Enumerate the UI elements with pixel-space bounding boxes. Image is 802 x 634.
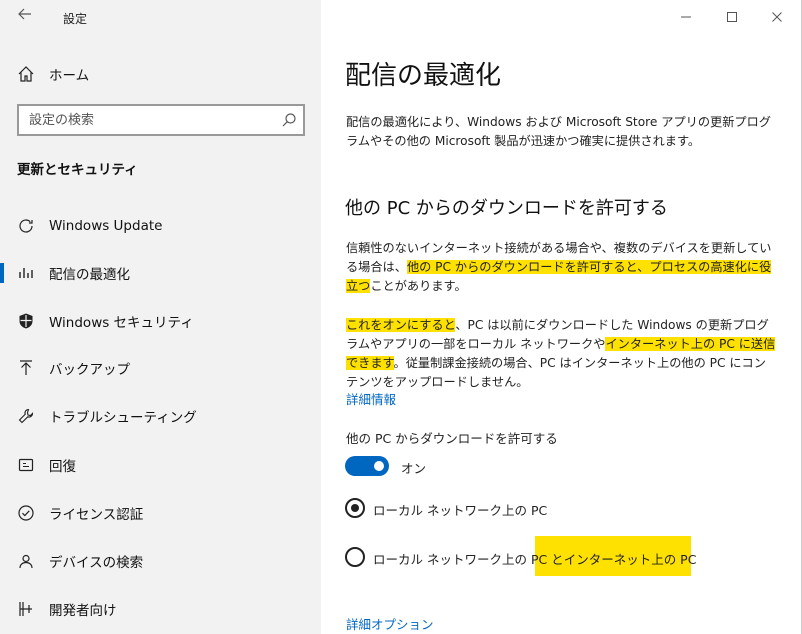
- learn-more-link[interactable]: 詳細情報: [346, 389, 396, 408]
- shield-icon: [16, 311, 36, 331]
- sidebar-item-label: トラブルシューティング: [49, 410, 197, 426]
- p1-text-end: ことがあります。: [370, 279, 467, 293]
- sidebar-item-label: ライセンス認証: [49, 507, 144, 523]
- sidebar-item-label: 配信の最適化: [49, 267, 130, 283]
- sidebar-item-label: Windows Update: [49, 218, 163, 234]
- sidebar-item-find-my-device[interactable]: デバイスの検索: [0, 541, 321, 581]
- p2-highlight-1: これをオンにすると: [346, 318, 456, 332]
- delivery-optimization-icon: [16, 263, 36, 283]
- developer-icon: [16, 599, 36, 619]
- sidebar-item-windows-security[interactable]: Windows セキュリティ: [0, 301, 321, 341]
- sidebar-item-home[interactable]: ホーム: [0, 54, 321, 94]
- description-paragraph-2: これをオンにすると、PC は以前にダウンロードした Windows の更新プログ…: [346, 316, 778, 392]
- toggle-state: オン: [401, 461, 427, 476]
- minimize-icon[interactable]: [671, 5, 701, 29]
- sidebar-item-delivery-optimization[interactable]: 配信の最適化: [0, 253, 321, 293]
- sidebar-item-troubleshoot[interactable]: トラブルシューティング: [0, 396, 321, 436]
- sidebar-item-label: デバイスの検索: [49, 555, 144, 571]
- window-title: 設定: [63, 12, 88, 26]
- radio2-text: ローカル ネットワーク上の PC と: [373, 552, 564, 567]
- main-pane: 配信の最適化 配信の最適化により、Windows および Microsoft S…: [321, 0, 802, 634]
- refresh-icon: [16, 216, 36, 236]
- radio-local-and-internet-label[interactable]: ローカル ネットワーク上の PC とインターネット上の PC: [373, 549, 696, 568]
- sidebar-item-label: Windows セキュリティ: [49, 315, 194, 331]
- sidebar-item-label: 回復: [49, 459, 76, 475]
- check-circle-icon: [16, 503, 36, 523]
- close-icon[interactable]: [762, 5, 792, 29]
- back-arrow-icon[interactable]: [14, 6, 36, 28]
- search-input[interactable]: [19, 106, 259, 134]
- sidebar-item-developers[interactable]: 開発者向け: [0, 589, 321, 629]
- intro-text: 配信の最適化により、Windows および Microsoft Store アプ…: [346, 115, 771, 148]
- radio2-text-highlight: インターネット上の PC: [563, 552, 697, 567]
- toggle-label: 他の PC からダウンロードを許可する: [346, 431, 558, 446]
- toggle-knob: [374, 461, 384, 471]
- radio-local-network[interactable]: [345, 498, 365, 518]
- backup-icon: [16, 358, 36, 378]
- sidebar-item-label: ホーム: [49, 68, 90, 84]
- advanced-options-link[interactable]: 詳細オプション: [346, 614, 434, 633]
- home-icon: [16, 64, 36, 84]
- p2-text-end: 。従量制課金接続の場合、PC はインターネット上の他の PC にコンテンツをアッ…: [346, 356, 766, 389]
- sidebar-item-windows-update[interactable]: Windows Update: [0, 206, 321, 246]
- radio-local-network-label[interactable]: ローカル ネットワーク上の PC: [373, 500, 547, 519]
- sidebar: 設定 ホーム 更新とセキュリティ Windows Update 配信の最適化 W…: [0, 0, 321, 634]
- search-icon[interactable]: [281, 112, 297, 128]
- recovery-icon: [16, 455, 36, 475]
- allow-downloads-toggle[interactable]: [345, 456, 389, 476]
- sidebar-item-activation[interactable]: ライセンス認証: [0, 493, 321, 533]
- maximize-icon[interactable]: [717, 5, 747, 29]
- page-title: 配信の最適化: [345, 61, 502, 91]
- sidebar-item-label: バックアップ: [49, 362, 130, 378]
- sidebar-item-recovery[interactable]: 回復: [0, 445, 321, 485]
- sidebar-item-label: 開発者向け: [49, 603, 117, 619]
- radio-local-and-internet[interactable]: [345, 547, 365, 567]
- search-box: [17, 104, 305, 136]
- person-location-icon: [16, 551, 36, 571]
- wrench-icon: [16, 406, 36, 426]
- section-heading: 他の PC からのダウンロードを許可する: [345, 198, 668, 219]
- sidebar-item-backup[interactable]: バックアップ: [0, 348, 321, 388]
- section-title: 更新とセキュリティ: [17, 162, 138, 178]
- description-paragraph-1: 信頼性のないインターネット接続がある場合や、複数のデバイスを更新している場合は、…: [346, 239, 778, 296]
